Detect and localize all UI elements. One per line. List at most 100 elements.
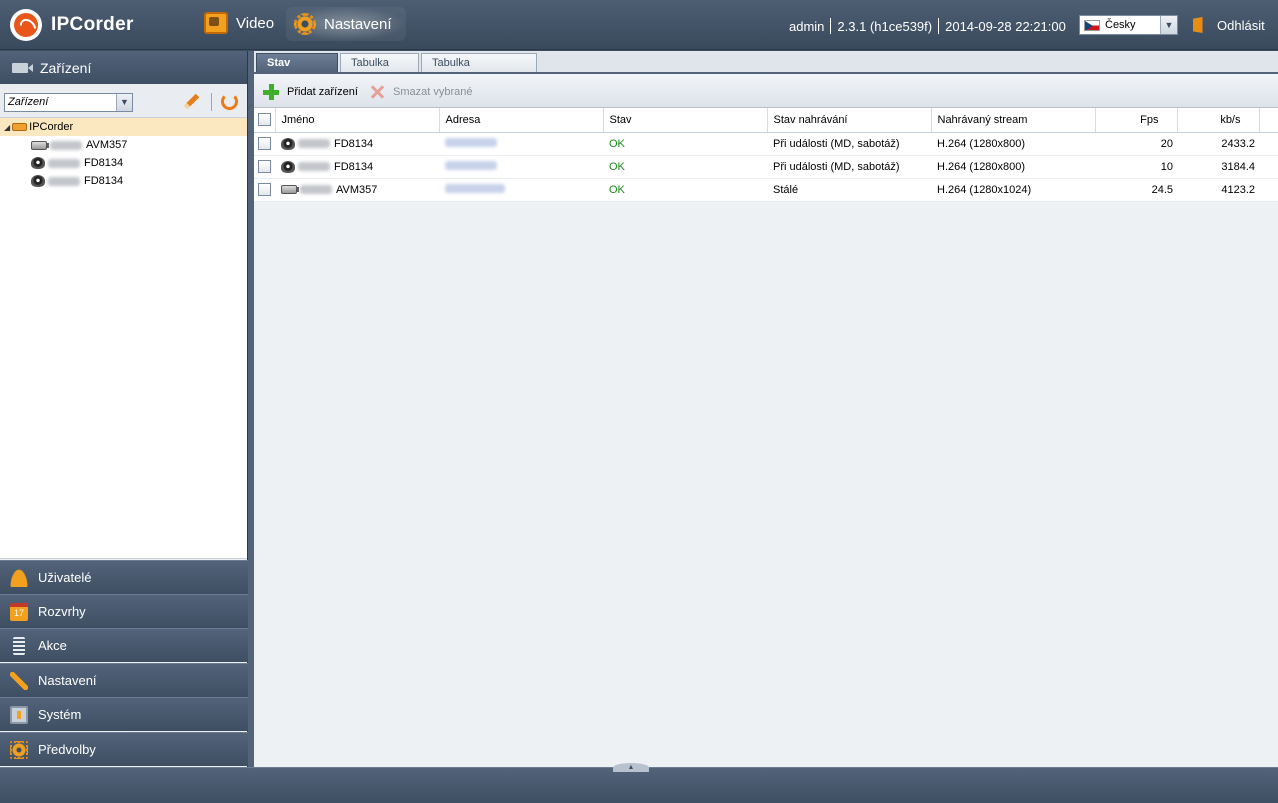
state-cell: OK	[603, 155, 767, 179]
device-model: AVM357	[336, 183, 378, 196]
plus-icon	[263, 84, 279, 100]
chevron-down-icon[interactable]: ▼	[1160, 16, 1177, 34]
system-icon	[10, 705, 28, 724]
version: 2.3.1 (h1ce539f)	[837, 18, 933, 34]
column-header-recording[interactable]: Stav nahrávání	[767, 108, 932, 133]
tree-item-label: FD8134	[84, 175, 124, 187]
column-header-spacer	[1259, 108, 1278, 133]
box-camera-icon	[31, 140, 49, 150]
nav-video[interactable]: Video	[204, 12, 274, 34]
accordion-actions[interactable]: Akce	[0, 628, 248, 662]
tree-item-label: FD8134	[84, 157, 124, 169]
table-row[interactable]: FD8134 OK Při události (MD, sabotáž) H.2…	[254, 132, 1278, 156]
row-checkbox[interactable]	[258, 160, 271, 173]
calendar-icon: 17	[10, 602, 28, 621]
wrench-icon	[10, 671, 28, 690]
accordion-users[interactable]: Uživatelé	[0, 560, 248, 594]
column-header-stream[interactable]: Nahrávaný stream	[931, 108, 1096, 133]
row-checkbox[interactable]	[258, 137, 271, 150]
tree-item[interactable]: FD8134	[0, 172, 247, 190]
column-header-kbs[interactable]: kb/s	[1177, 108, 1260, 133]
camera-icon	[12, 62, 33, 73]
name-cell: AVM357	[275, 178, 439, 202]
stream-cell: H.264 (1280x800)	[931, 155, 1095, 179]
accordion-schedules[interactable]: 17 Rozvrhy	[0, 594, 248, 628]
tree-root[interactable]: ◢ IPCorder	[0, 118, 247, 136]
tab-auth-table[interactable]: Tabulka autentizace	[421, 53, 537, 87]
row-select-cell	[254, 155, 275, 179]
tab-device-status[interactable]: Stav zařízení	[256, 53, 338, 87]
delete-selected-button[interactable]: Smazat vybrané	[369, 84, 472, 100]
name-cell: FD8134	[275, 155, 439, 179]
row-checkbox[interactable]	[258, 183, 271, 196]
app-name: IPCorder	[51, 14, 134, 35]
redacted-name	[48, 158, 80, 168]
user-icon	[10, 568, 28, 587]
divider	[211, 93, 212, 111]
column-header-address[interactable]: Adresa	[439, 108, 604, 133]
table-header-row: Jméno Adresa Stav Stav nahrávání Nahráva…	[254, 108, 1278, 133]
select-all-checkbox[interactable]	[258, 113, 271, 127]
recorder-icon	[12, 123, 28, 131]
add-device-label: Přidat zařízení	[287, 86, 358, 98]
column-header-fps[interactable]: Fps	[1095, 108, 1178, 133]
column-header-state[interactable]: Stav	[603, 108, 768, 133]
table-row[interactable]: FD8134 OK Při události (MD, sabotáž) H.2…	[254, 155, 1278, 179]
czech-flag-icon	[1084, 19, 1100, 31]
device-model: FD8134	[334, 137, 374, 150]
status-info: admin 2.3.1 (h1ce539f) 2014-09-28 22:21:…	[789, 18, 1066, 34]
tab-network-table[interactable]: Tabulka sítě	[340, 53, 419, 87]
divider	[938, 18, 940, 34]
ipcorder-logo-icon	[10, 9, 42, 41]
kbs-cell: 2433.2	[1177, 132, 1259, 156]
dome-camera-icon	[31, 157, 45, 169]
filter-value: Zařízení	[8, 96, 49, 108]
redacted-name	[300, 185, 332, 194]
chevron-down-icon[interactable]: ▼	[116, 94, 132, 111]
stream-cell: H.264 (1280x800)	[931, 132, 1095, 156]
accordion-label: Akce	[38, 638, 67, 653]
datetime: 2014-09-28 22:21:00	[945, 18, 1066, 34]
edit-icon[interactable]	[183, 94, 199, 110]
name-cell: FD8134	[275, 132, 439, 156]
table-row[interactable]: AVM357 OK Stálé H.264 (1280x1024) 24.5 4…	[254, 178, 1278, 202]
accordion-system[interactable]: Systém	[0, 697, 248, 731]
language-value: Česky	[1105, 19, 1136, 31]
username: admin	[789, 18, 825, 34]
redacted-name	[50, 140, 82, 150]
nav-video-label: Video	[236, 14, 275, 32]
kbs-cell: 4123.2	[1177, 178, 1259, 202]
device-model: FD8134	[334, 160, 374, 173]
expand-triangle-icon[interactable]: ◢	[4, 123, 10, 132]
dome-camera-icon	[281, 137, 295, 150]
action-bar: Přidat zařízení Smazat vybrané	[254, 72, 1278, 108]
tree-item-label: AVM357	[86, 139, 128, 151]
tree-item[interactable]: FD8134	[0, 154, 247, 172]
main-content: Stav zařízení Tabulka sítě Tabulka auten…	[254, 51, 1278, 767]
app-logo[interactable]: IPCorder	[10, 9, 134, 41]
accordion-preferences[interactable]: Předvolby	[0, 732, 248, 766]
row-select-cell	[254, 178, 275, 202]
fps-cell: 20	[1095, 132, 1177, 156]
collapse-handle-icon[interactable]: ▲	[613, 763, 649, 772]
recording-cell: Stálé	[767, 178, 931, 202]
device-filter-select[interactable]: Zařízení ▼	[4, 93, 133, 112]
accordion-settings[interactable]: Nastavení	[0, 663, 248, 697]
delete-icon	[369, 84, 385, 100]
fps-cell: 24.5	[1095, 178, 1177, 202]
tree-item[interactable]: AVM357	[0, 136, 247, 154]
sidebar-header[interactable]: Zařízení	[0, 51, 247, 84]
nav-settings[interactable]: Nastavení	[286, 7, 406, 41]
spacer-cell	[1259, 178, 1278, 202]
nav-settings-label: Nastavení	[324, 15, 392, 33]
refresh-icon[interactable]	[221, 93, 238, 110]
column-header-name[interactable]: Jméno	[275, 108, 440, 133]
tv-icon	[204, 12, 228, 34]
logout-label: Odhlásit	[1217, 17, 1265, 33]
logout-icon	[1193, 17, 1203, 33]
add-device-button[interactable]: Přidat zařízení	[263, 84, 358, 100]
language-select[interactable]: Česky ▼	[1079, 15, 1178, 35]
logout-button[interactable]: Odhlásit	[1193, 17, 1265, 33]
dome-camera-icon	[281, 160, 295, 173]
redacted-name	[298, 162, 330, 171]
